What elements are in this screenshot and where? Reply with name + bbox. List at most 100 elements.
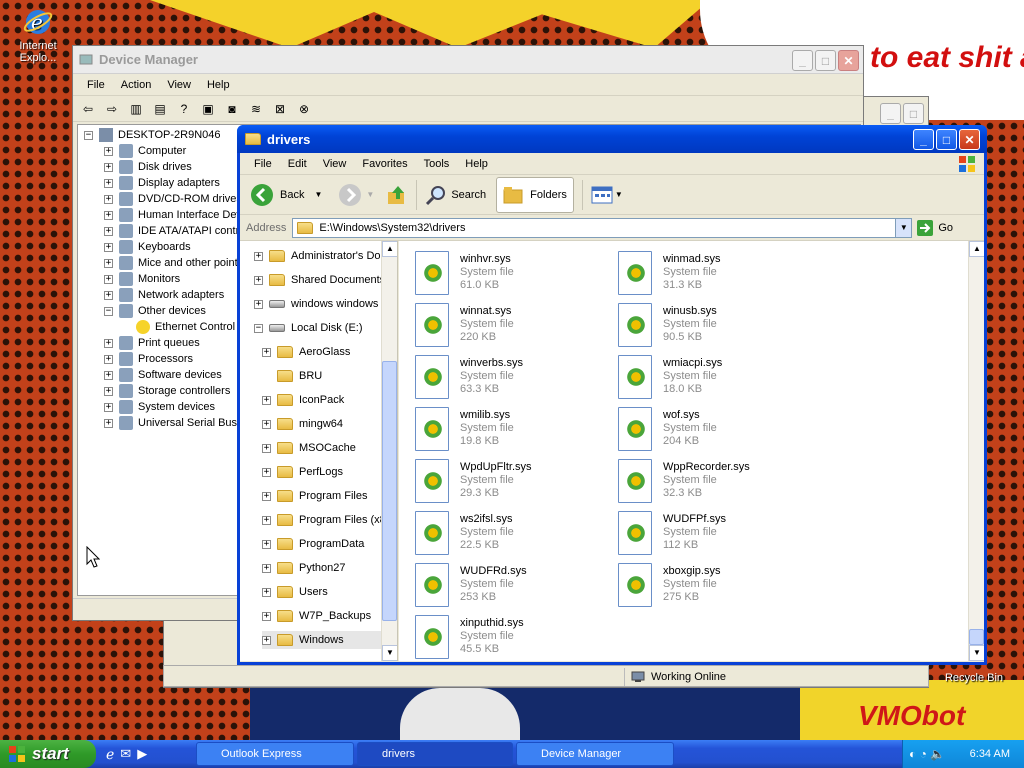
folder-tree-item[interactable]: + windows windows [254,295,378,313]
menu-file[interactable]: File [246,158,280,170]
file-item[interactable]: WUDFRd.sys System file 253 KB [415,561,615,613]
expand-icon[interactable]: + [104,162,113,172]
menu-help[interactable]: Help [457,158,496,170]
file-item[interactable]: WUDFPf.sys System file 112 KB [618,509,818,561]
collapse-icon[interactable]: − [104,306,113,316]
expand-icon[interactable]: + [262,539,271,549]
maximize-button[interactable]: □ [903,103,924,124]
tree-root[interactable]: − DESKTOP-2R9N046 [84,127,221,143]
device-category[interactable]: + Processors [104,351,193,367]
expand-icon[interactable]: + [104,226,113,236]
folder-tree-item[interactable]: + Program Files [262,487,367,505]
tray-icons[interactable]: ◐ ◔ 🔈 [909,747,945,761]
device-category[interactable]: − Other devices [104,303,206,319]
menu-view[interactable]: View [315,158,355,170]
device-category[interactable]: + DVD/CD-ROM drives [104,191,242,207]
clock[interactable]: 6:34 AM [970,748,1010,760]
close-button[interactable]: ✕ [959,129,980,150]
folder-tree-item[interactable]: + W7P_Backups [262,607,371,625]
menu-file[interactable]: File [79,79,113,91]
device-category[interactable]: + Disk drives [104,159,192,175]
view-icon[interactable]: ▣ [199,100,217,118]
device-category[interactable]: + Network adapters [104,287,224,303]
folder-tree-item[interactable]: + MSOCache [262,439,356,457]
folder-tree-item[interactable]: − Local Disk (E:) [254,319,363,337]
help-icon[interactable]: ? [175,100,193,118]
forward-dropdown-icon[interactable]: ▼ [366,190,374,199]
close-button[interactable]: ✕ [838,50,859,71]
expand-icon[interactable]: + [262,491,271,501]
device-category[interactable]: + Print queues [104,335,200,351]
file-item[interactable]: winverbs.sys System file 63.3 KB [415,353,615,405]
expand-icon[interactable]: + [254,275,263,285]
properties-icon[interactable]: ▤ [151,100,169,118]
views-dropdown-icon[interactable]: ▼ [615,190,623,199]
expand-icon[interactable]: + [262,635,271,645]
menu-action[interactable]: Action [113,79,160,91]
menu-edit[interactable]: Edit [280,158,315,170]
folder-tree-item[interactable]: + Windows [262,631,394,649]
forward-arrow-icon[interactable] [338,183,362,207]
device-category[interactable]: + IDE ATA/ATAPI contr [104,223,239,239]
show-hide-tree-icon[interactable]: ▥ [127,100,145,118]
folder-tree-item[interactable]: + Administrator's Doc [254,247,386,265]
menu-tools[interactable]: Tools [416,158,458,170]
views-button[interactable]: ▼ [591,186,623,204]
expand-icon[interactable]: + [262,515,271,525]
back-arrow-icon[interactable]: ⇦ [79,100,97,118]
file-item[interactable]: xinputhid.sys System file 45.5 KB [415,613,615,661]
forward-arrow-icon[interactable]: ⇨ [103,100,121,118]
expand-icon[interactable]: + [104,386,113,396]
expand-icon[interactable]: + [104,274,113,284]
file-list-scrollbar[interactable]: ▲ ▼ [968,241,984,661]
expand-icon[interactable]: + [262,563,271,573]
menu-favorites[interactable]: Favorites [354,158,415,170]
up-folder-icon[interactable] [386,184,408,206]
expand-icon[interactable]: + [104,354,113,364]
address-input[interactable]: E:\Windows\System32\drivers ▼ [292,217,913,238]
device-category[interactable]: + Software devices [104,367,222,383]
file-item[interactable]: winusb.sys System file 90.5 KB [618,301,818,353]
file-item[interactable]: winhvr.sys System file 61.0 KB [415,249,615,301]
scroll-up-icon[interactable]: ▲ [382,241,397,257]
folder-tree-item[interactable]: + IconPack [262,391,344,409]
file-item[interactable]: WpdUpFltr.sys System file 29.3 KB [415,457,615,509]
expand-icon[interactable]: + [262,611,271,621]
expand-icon[interactable]: + [254,299,263,309]
scroll-down-icon[interactable]: ▼ [969,645,984,661]
file-item[interactable]: winnat.sys System file 220 KB [415,301,615,353]
folder-tree-item[interactable]: +BRU [262,367,322,385]
expand-icon[interactable]: + [104,242,113,252]
file-item[interactable]: winmad.sys System file 31.3 KB [618,249,818,301]
file-item[interactable]: wof.sys System file 204 KB [618,405,818,457]
task-outlook-express[interactable]: Outlook Express [196,742,354,766]
device-category[interactable]: + Display adapters [104,175,220,191]
explorer-titlebar[interactable]: drivers _ □ ✕ [237,125,987,153]
address-dropdown-icon[interactable]: ▼ [895,218,912,237]
device-category[interactable]: + System devices [104,399,215,415]
device-category[interactable]: + Monitors [104,271,180,287]
expand-icon[interactable]: + [262,419,271,429]
file-item[interactable]: WppRecorder.sys System file 32.3 KB [618,457,818,509]
expand-icon[interactable]: + [104,290,113,300]
device-category[interactable]: Ethernet Control [120,319,235,335]
disable-device-icon[interactable]: ⊠ [271,100,289,118]
folder-tree-item[interactable]: + mingw64 [262,415,343,433]
start-button[interactable]: start [0,740,96,768]
expand-icon[interactable]: + [262,467,271,477]
folder-tree-item[interactable]: + PerfLogs [262,463,343,481]
scan-hardware-icon[interactable]: ◙ [223,100,241,118]
menu-view[interactable]: View [159,79,199,91]
minimize-button[interactable]: _ [792,50,813,71]
device-category[interactable]: + Computer [104,143,186,159]
folder-tree-item[interactable]: + Python27 [262,559,345,577]
scroll-down-icon[interactable]: ▼ [382,645,397,661]
folder-tree-scrollbar[interactable]: ▲ ▼ [381,241,397,661]
expand-icon[interactable]: + [104,418,113,428]
device-category[interactable]: + Universal Serial Bus c [104,415,246,431]
expand-icon[interactable]: + [104,402,113,412]
file-item[interactable]: wmilib.sys System file 19.8 KB [415,405,615,457]
back-button[interactable]: Back ▼ [246,183,326,207]
expand-icon[interactable]: + [262,395,271,405]
media-player-icon[interactable]: ▶ [137,746,147,763]
